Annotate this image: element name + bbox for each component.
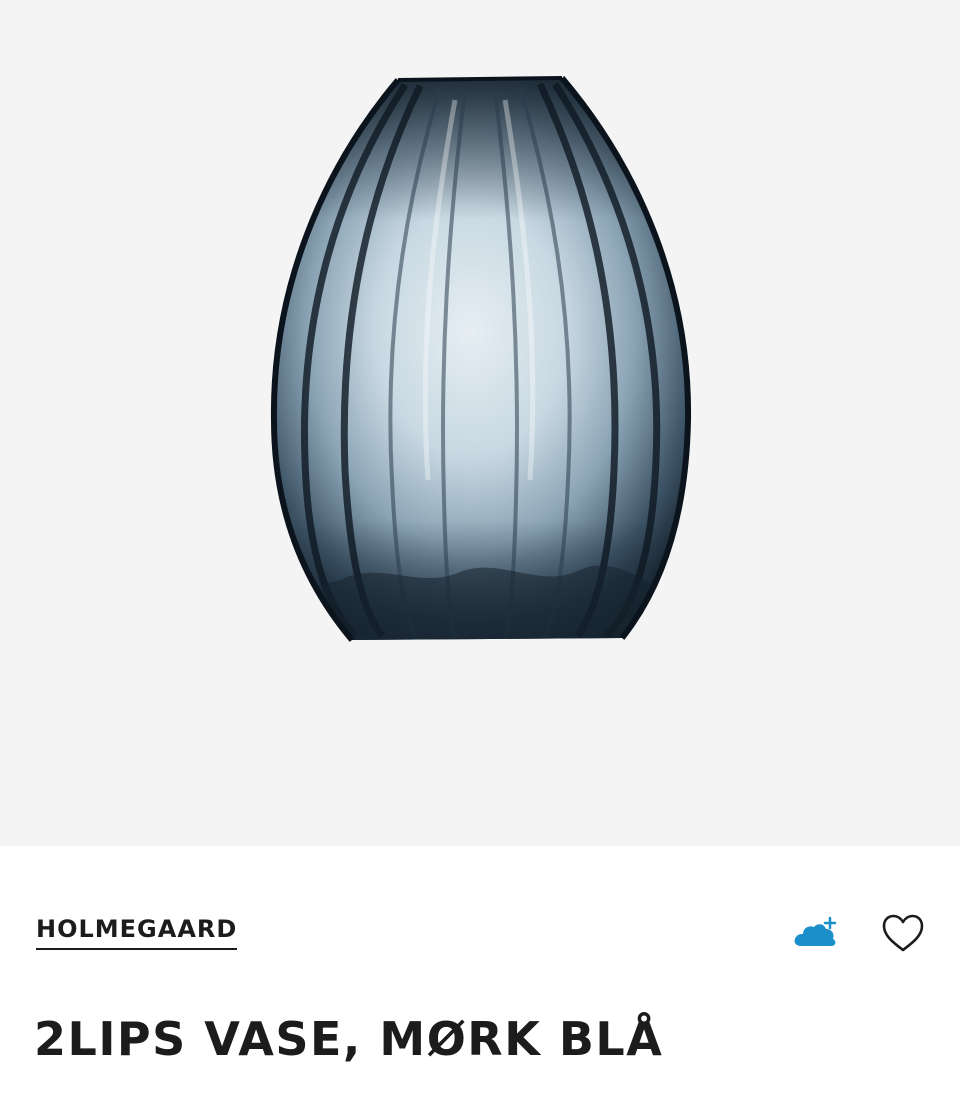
add-to-cloud-button[interactable] bbox=[792, 914, 842, 954]
heart-icon bbox=[882, 914, 924, 952]
favorite-button[interactable] bbox=[880, 912, 926, 954]
product-info: HOLMEGAARD 2LIPS VASE, MØRK BLÅ bbox=[0, 846, 960, 1110]
cloud-plus-icon bbox=[794, 916, 837, 946]
product-image-area[interactable] bbox=[0, 0, 960, 846]
vase-image bbox=[270, 76, 692, 642]
brand-link[interactable]: HOLMEGAARD bbox=[36, 914, 238, 950]
product-title: 2LIPS VASE, MØRK BLÅ bbox=[34, 1012, 664, 1066]
